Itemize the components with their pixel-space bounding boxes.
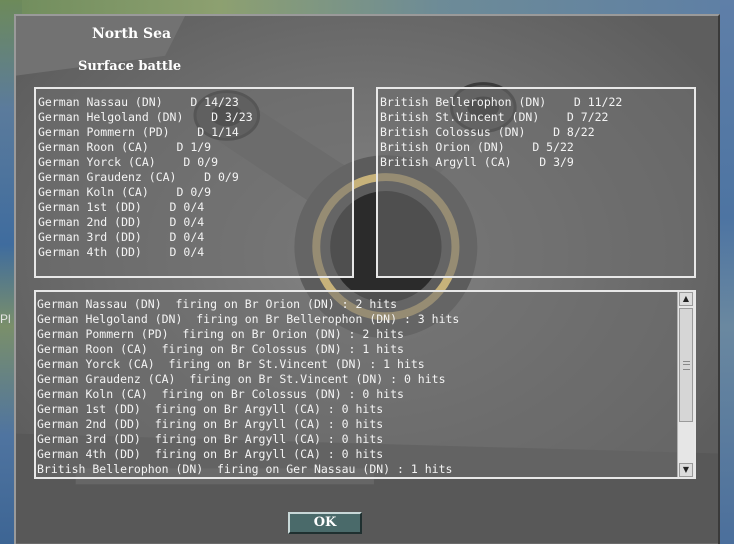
log-entry: German Koln (CA) firing on Br Colossus (… xyxy=(37,387,404,401)
german-fleet-panel: German Nassau (DN) D 14/23 German Helgol… xyxy=(34,87,354,278)
list-item: German 4th (DD) D 0/4 xyxy=(38,245,205,259)
log-entry: German 4th (DD) firing on Br Argyll (CA)… xyxy=(37,447,384,461)
log-entry: German Helgoland (DN) firing on Br Belle… xyxy=(37,312,460,326)
list-item: British Orion (DN) D 5/22 xyxy=(380,140,574,154)
list-item: German Pommern (PD) D 1/14 xyxy=(38,125,239,139)
british-fleet-list: British Bellerophon (DN) D 11/22 British… xyxy=(378,89,694,170)
british-fleet-panel: British Bellerophon (DN) D 11/22 British… xyxy=(376,87,696,278)
log-entry: German Nassau (DN) firing on Br Orion (D… xyxy=(37,297,398,311)
log-entry: German Graudenz (CA) firing on Br St.Vin… xyxy=(37,372,446,386)
log-entry: German 1st (DD) firing on Br Argyll (CA)… xyxy=(37,402,384,416)
scrollbar-thumb[interactable] xyxy=(679,308,693,422)
list-item: British Argyll (CA) D 3/9 xyxy=(380,155,574,169)
log-entry: German 3rd (DD) firing on Br Argyll (CA)… xyxy=(37,432,384,446)
log-entry: German 2nd (DD) firing on Br Argyll (CA)… xyxy=(37,417,384,431)
list-item: German Koln (CA) D 0/9 xyxy=(38,185,212,199)
list-item: German 1st (DD) D 0/4 xyxy=(38,200,205,214)
battle-type-title: Surface battle xyxy=(78,59,182,74)
list-item: German Helgoland (DN) D 3/23 xyxy=(38,110,253,124)
log-entry: German Yorck (CA) firing on Br St.Vincen… xyxy=(37,357,425,371)
list-item: German Yorck (CA) D 0/9 xyxy=(38,155,219,169)
map-label-fragment: Pl xyxy=(0,312,11,326)
list-item: British Colossus (DN) D 8/22 xyxy=(380,125,595,139)
list-item: German Roon (CA) D 1/9 xyxy=(38,140,212,154)
log-entry: German Pommern (PD) firing on Br Orion (… xyxy=(37,327,404,341)
list-item: British St.Vincent (DN) D 7/22 xyxy=(380,110,609,124)
log-entry: German Roon (CA) firing on Br Colossus (… xyxy=(37,342,404,356)
combat-log-scrollbar[interactable]: ▲ ▼ xyxy=(677,292,694,477)
scroll-up-icon[interactable]: ▲ xyxy=(679,292,693,306)
combat-log-list: German Nassau (DN) firing on Br Orion (D… xyxy=(36,292,694,477)
list-item: German Nassau (DN) D 14/23 xyxy=(38,95,239,109)
ok-button[interactable]: OK xyxy=(288,512,362,534)
combat-log[interactable]: German Nassau (DN) firing on Br Orion (D… xyxy=(34,290,696,479)
map-background-right xyxy=(720,0,734,544)
surface-battle-dialog: North Sea Surface battle German Nassau (… xyxy=(14,14,720,544)
list-item: German Graudenz (CA) D 0/9 xyxy=(38,170,239,184)
grip-icon xyxy=(683,361,690,370)
list-item: German 3rd (DD) D 0/4 xyxy=(38,230,205,244)
scroll-down-icon[interactable]: ▼ xyxy=(679,463,693,477)
list-item: British Bellerophon (DN) D 11/22 xyxy=(380,95,623,109)
list-item: German 2nd (DD) D 0/4 xyxy=(38,215,205,229)
log-entry: British Bellerophon (DN) firing on Ger N… xyxy=(37,462,453,476)
german-fleet-list: German Nassau (DN) D 14/23 German Helgol… xyxy=(36,89,352,260)
region-title: North Sea xyxy=(92,26,172,42)
